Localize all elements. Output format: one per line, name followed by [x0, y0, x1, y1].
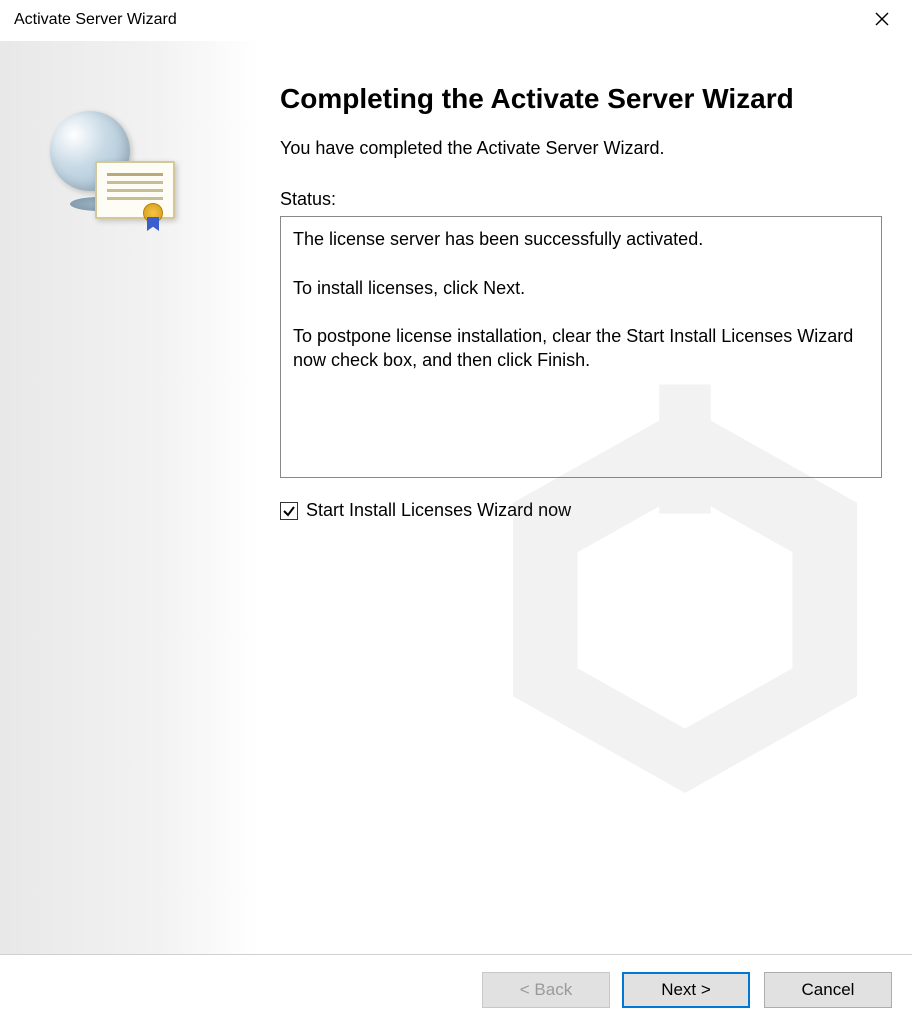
status-textbox: The license server has been successfully…	[280, 216, 882, 478]
checkbox-label: Start Install Licenses Wizard now	[306, 500, 571, 521]
close-button[interactable]	[862, 4, 902, 36]
content-area: Completing the Activate Server Wizard Yo…	[0, 40, 912, 954]
cancel-button[interactable]: Cancel	[764, 972, 892, 1008]
window-title: Activate Server Wizard	[14, 11, 177, 29]
title-bar: Activate Server Wizard	[0, 0, 912, 40]
start-install-wizard-checkbox-row[interactable]: Start Install Licenses Wizard now	[280, 500, 882, 521]
intro-text: You have completed the Activate Server W…	[280, 138, 882, 159]
checkbox-icon[interactable]	[280, 502, 298, 520]
button-bar: < Back Next > Cancel	[0, 954, 912, 1024]
main-panel: Completing the Activate Server Wizard Yo…	[260, 41, 912, 954]
wizard-graphic-icon	[40, 101, 180, 231]
close-icon	[875, 9, 889, 32]
next-button[interactable]: Next >	[622, 972, 750, 1008]
back-button: < Back	[482, 972, 610, 1008]
status-label: Status:	[280, 189, 882, 210]
page-heading: Completing the Activate Server Wizard	[280, 81, 882, 116]
wizard-sidebar	[0, 41, 260, 954]
